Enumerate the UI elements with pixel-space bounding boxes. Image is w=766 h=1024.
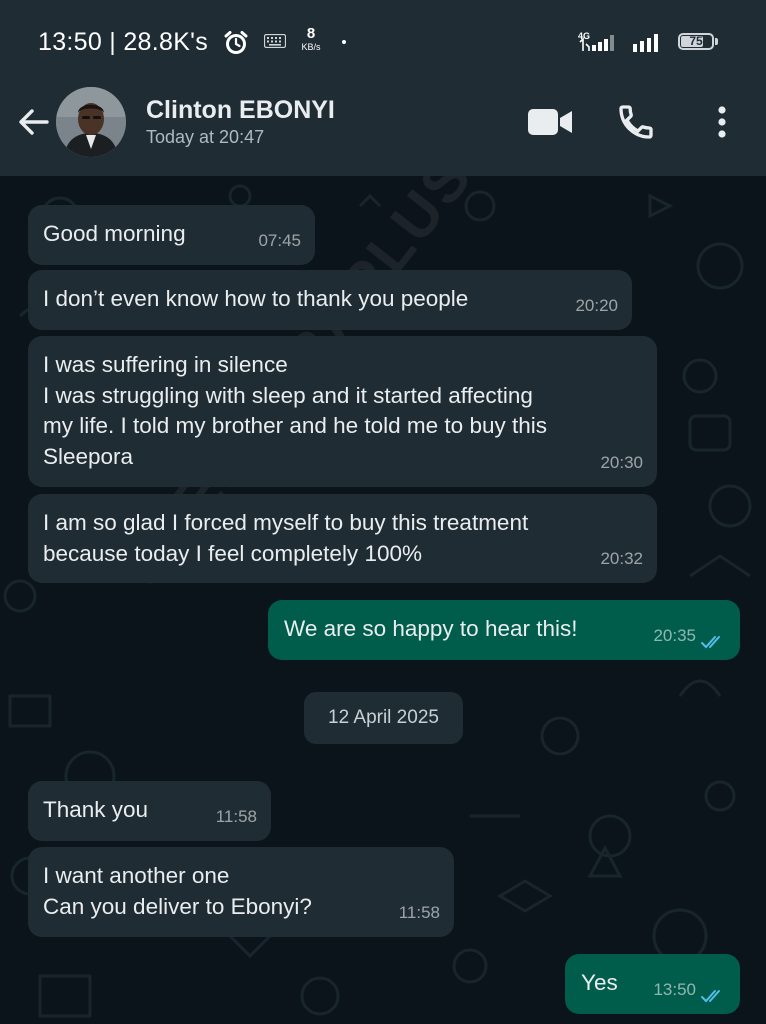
- video-call-button[interactable]: [526, 100, 574, 144]
- message-time: 20:35: [653, 625, 696, 645]
- battery-tip: [715, 38, 718, 45]
- message-time: 20:20: [575, 295, 618, 315]
- message-time: 13:50: [653, 979, 696, 999]
- message-time: 20:30: [600, 452, 643, 472]
- contact-avatar[interactable]: [56, 87, 126, 157]
- message-text: I was suffering in silence I was struggl…: [43, 352, 547, 469]
- message-bubble-outgoing[interactable]: We are so happy to hear this! 20:35: [268, 600, 740, 660]
- message-bubble-incoming[interactable]: Good morning 07:45: [28, 205, 315, 265]
- network-speed-value: 8: [306, 25, 316, 42]
- battery-level: 75: [689, 34, 703, 48]
- network-speed: 8 KB/s: [296, 26, 326, 52]
- message-time: 11:58: [215, 806, 257, 826]
- voice-call-icon: [619, 105, 653, 139]
- back-arrow-icon[interactable]: [14, 102, 54, 142]
- signal-4g-icon: 4G: [578, 31, 614, 51]
- contact-name[interactable]: Clinton EBONYI: [146, 96, 335, 125]
- date-divider: 12 April 2025: [304, 692, 463, 744]
- network-type-label: 4G: [578, 31, 590, 41]
- message-time: 07:45: [258, 230, 301, 250]
- video-call-icon: [528, 109, 572, 135]
- chat-header: Clinton EBONYI Today at 20:47: [0, 84, 766, 176]
- voice-call-button[interactable]: [612, 100, 660, 144]
- status-bar: 13:50 | 28.8K's 8 KB/s 4G 75: [0, 0, 766, 84]
- message-time: 20:32: [600, 548, 643, 568]
- notification-dot: [342, 40, 346, 44]
- read-receipt-icon: [701, 636, 720, 649]
- avatar-image: [56, 87, 126, 157]
- signal-icon: [633, 34, 658, 52]
- message-time: 11:58: [398, 902, 440, 922]
- message-bubble-incoming[interactable]: Thank you 11:58: [28, 781, 271, 841]
- message-list[interactable]: SLEEPORAPLUS Good morning 07:45 I don’t …: [0, 176, 766, 1024]
- message-text: I want another one Can you deliver to Eb…: [43, 863, 312, 919]
- more-options-icon: [718, 106, 726, 138]
- message-bubble-incoming[interactable]: I don’t even know how to thank you peopl…: [28, 270, 632, 330]
- more-options-button[interactable]: [698, 100, 746, 144]
- alarm-icon: [224, 31, 248, 54]
- message-bubble-outgoing[interactable]: Yes 13:50: [565, 954, 740, 1014]
- message-bubble-incoming[interactable]: I was suffering in silence I was struggl…: [28, 336, 657, 487]
- message-bubble-incoming[interactable]: I am so glad I forced myself to buy this…: [28, 494, 657, 583]
- message-text: I am so glad I forced myself to buy this…: [43, 510, 529, 566]
- battery-icon: 75: [678, 33, 714, 50]
- status-time: 13:50 | 28.8K's: [38, 28, 209, 56]
- read-receipt-icon: [701, 990, 720, 1003]
- network-speed-unit: KB/s: [301, 42, 321, 52]
- last-seen-status: Today at 20:47: [146, 127, 265, 147]
- message-bubble-incoming[interactable]: I want another one Can you deliver to Eb…: [28, 847, 454, 937]
- message-text: I don’t even know how to thank you peopl…: [43, 286, 469, 311]
- keyboard-icon: [264, 34, 286, 48]
